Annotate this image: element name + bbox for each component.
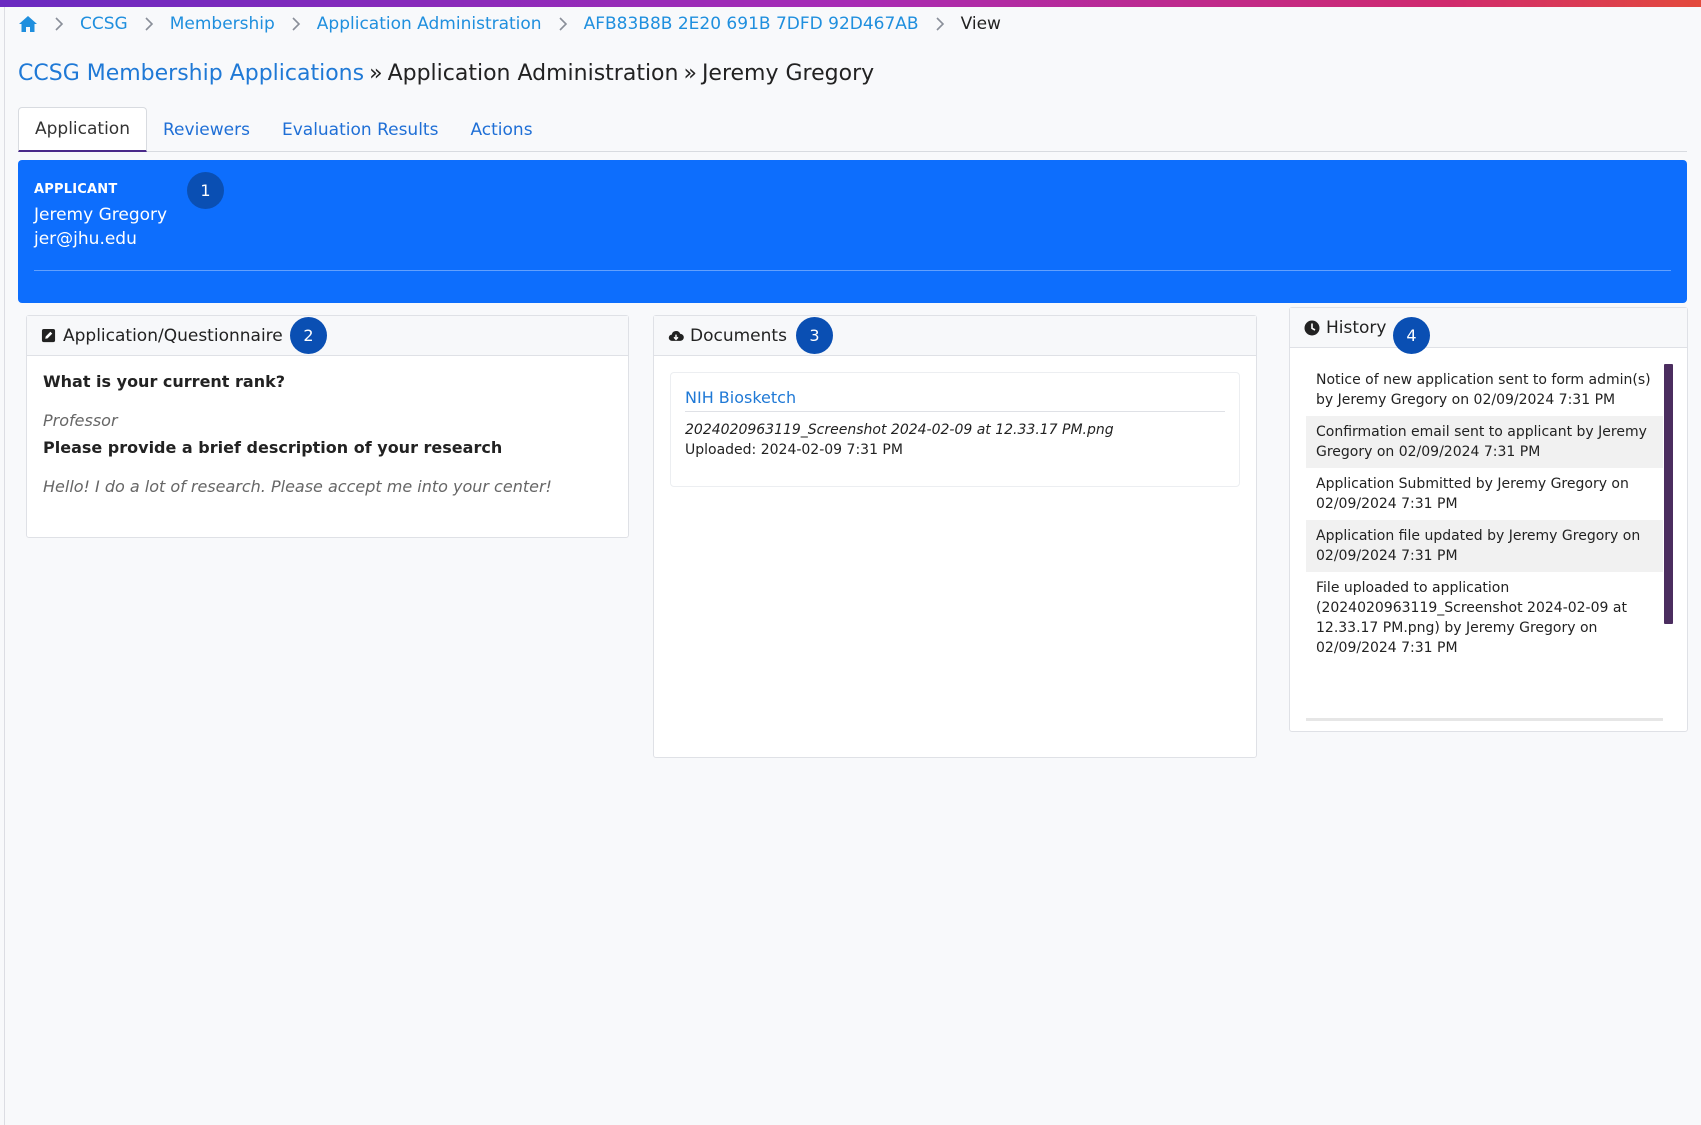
history-list[interactable]: Notice of new application sent to form a…	[1306, 364, 1663, 720]
breadcrumb-application-administration[interactable]: Application Administration	[317, 14, 542, 34]
document-title-link[interactable]: NIH Biosketch	[685, 388, 1225, 412]
chevron-right-icon	[291, 17, 301, 31]
page: CCSG Membership Application Administrati…	[18, 7, 1687, 303]
page-title: CCSG Membership Applications» Application…	[18, 61, 1687, 95]
cloud-download-icon	[668, 328, 684, 344]
history-scrollbar[interactable]	[1664, 364, 1673, 624]
left-border	[4, 7, 5, 1125]
question-rank: What is your current rank?	[43, 372, 286, 391]
step-badge-3: 3	[796, 317, 833, 354]
applicant-label: APPLICANT	[34, 182, 118, 197]
home-icon[interactable]	[18, 14, 38, 34]
question-research: Please provide a brief description of yo…	[43, 438, 503, 457]
title-link[interactable]: CCSG Membership Applications	[18, 61, 364, 86]
history-item: Notice of new application sent to form a…	[1316, 372, 1651, 408]
history-header: History	[1290, 308, 1687, 348]
documents-title: Documents	[690, 325, 787, 346]
document-card: NIH Biosketch 2024020963119_Screenshot 2…	[670, 372, 1240, 487]
documents-header: Documents	[654, 316, 1256, 356]
questionnaire-body: What is your current rank? Professor Ple…	[27, 356, 628, 512]
title-separator: »	[369, 61, 383, 86]
edit-square-icon	[41, 328, 57, 344]
history-item: Confirmation email sent to applicant by …	[1306, 416, 1663, 468]
applicant-email: jer@jhu.edu	[34, 229, 137, 249]
breadcrumb-membership[interactable]: Membership	[170, 14, 275, 34]
tab-actions[interactable]: Actions	[454, 107, 548, 152]
questionnaire-title: Application/Questionnaire	[63, 325, 283, 346]
document-uploaded: Uploaded: 2024-02-09 7:31 PM	[685, 442, 903, 458]
breadcrumb: CCSG Membership Application Administrati…	[18, 7, 1687, 41]
tab-application[interactable]: Application	[18, 107, 147, 152]
chevron-right-icon	[935, 17, 945, 31]
applicant-banner: APPLICANT Jeremy Gregory jer@jhu.edu 1	[18, 160, 1687, 303]
answer-research: Hello! I do a lot of research. Please ac…	[43, 477, 552, 496]
chevron-right-icon	[558, 17, 568, 31]
breadcrumb-current: View	[960, 14, 1001, 34]
history-item: Application Submitted by Jeremy Gregory …	[1316, 476, 1629, 512]
step-badge-1: 1	[187, 172, 224, 209]
divider	[34, 270, 1671, 271]
breadcrumb-ccsg[interactable]: CCSG	[80, 14, 128, 34]
title-applicant: Jeremy Gregory	[701, 61, 875, 86]
history-item: Application file updated by Jeremy Grego…	[1306, 520, 1663, 572]
chevron-right-icon	[54, 17, 64, 31]
questionnaire-header: Application/Questionnaire	[27, 316, 628, 356]
top-gradient-bar	[0, 0, 1701, 7]
history-title: History	[1326, 317, 1387, 338]
tab-reviewers[interactable]: Reviewers	[147, 107, 266, 152]
title-section: Application Administration	[387, 61, 679, 86]
step-badge-2: 2	[290, 317, 327, 354]
history-divider	[1306, 718, 1663, 721]
answer-rank: Professor	[43, 411, 118, 430]
documents-panel: Documents NIH Biosketch 2024020963119_Sc…	[653, 315, 1257, 758]
applicant-name: Jeremy Gregory	[34, 205, 168, 225]
step-badge-4: 4	[1393, 317, 1430, 354]
document-filename: 2024020963119_Screenshot 2024-02-09 at 1…	[685, 422, 1114, 438]
history-item: File uploaded to application (2024020963…	[1316, 580, 1627, 656]
clock-icon	[1304, 320, 1320, 336]
questionnaire-panel: Application/Questionnaire What is your c…	[26, 315, 629, 538]
tab-evaluation-results[interactable]: Evaluation Results	[266, 107, 455, 152]
history-panel: History Notice of new application sent t…	[1289, 307, 1688, 732]
tab-bar: Application Reviewers Evaluation Results…	[18, 107, 1687, 152]
chevron-right-icon	[144, 17, 154, 31]
breadcrumb-application-id[interactable]: AFB83B8B 2E20 691B 7DFD 92D467AB	[584, 14, 919, 34]
title-separator: »	[683, 61, 697, 86]
